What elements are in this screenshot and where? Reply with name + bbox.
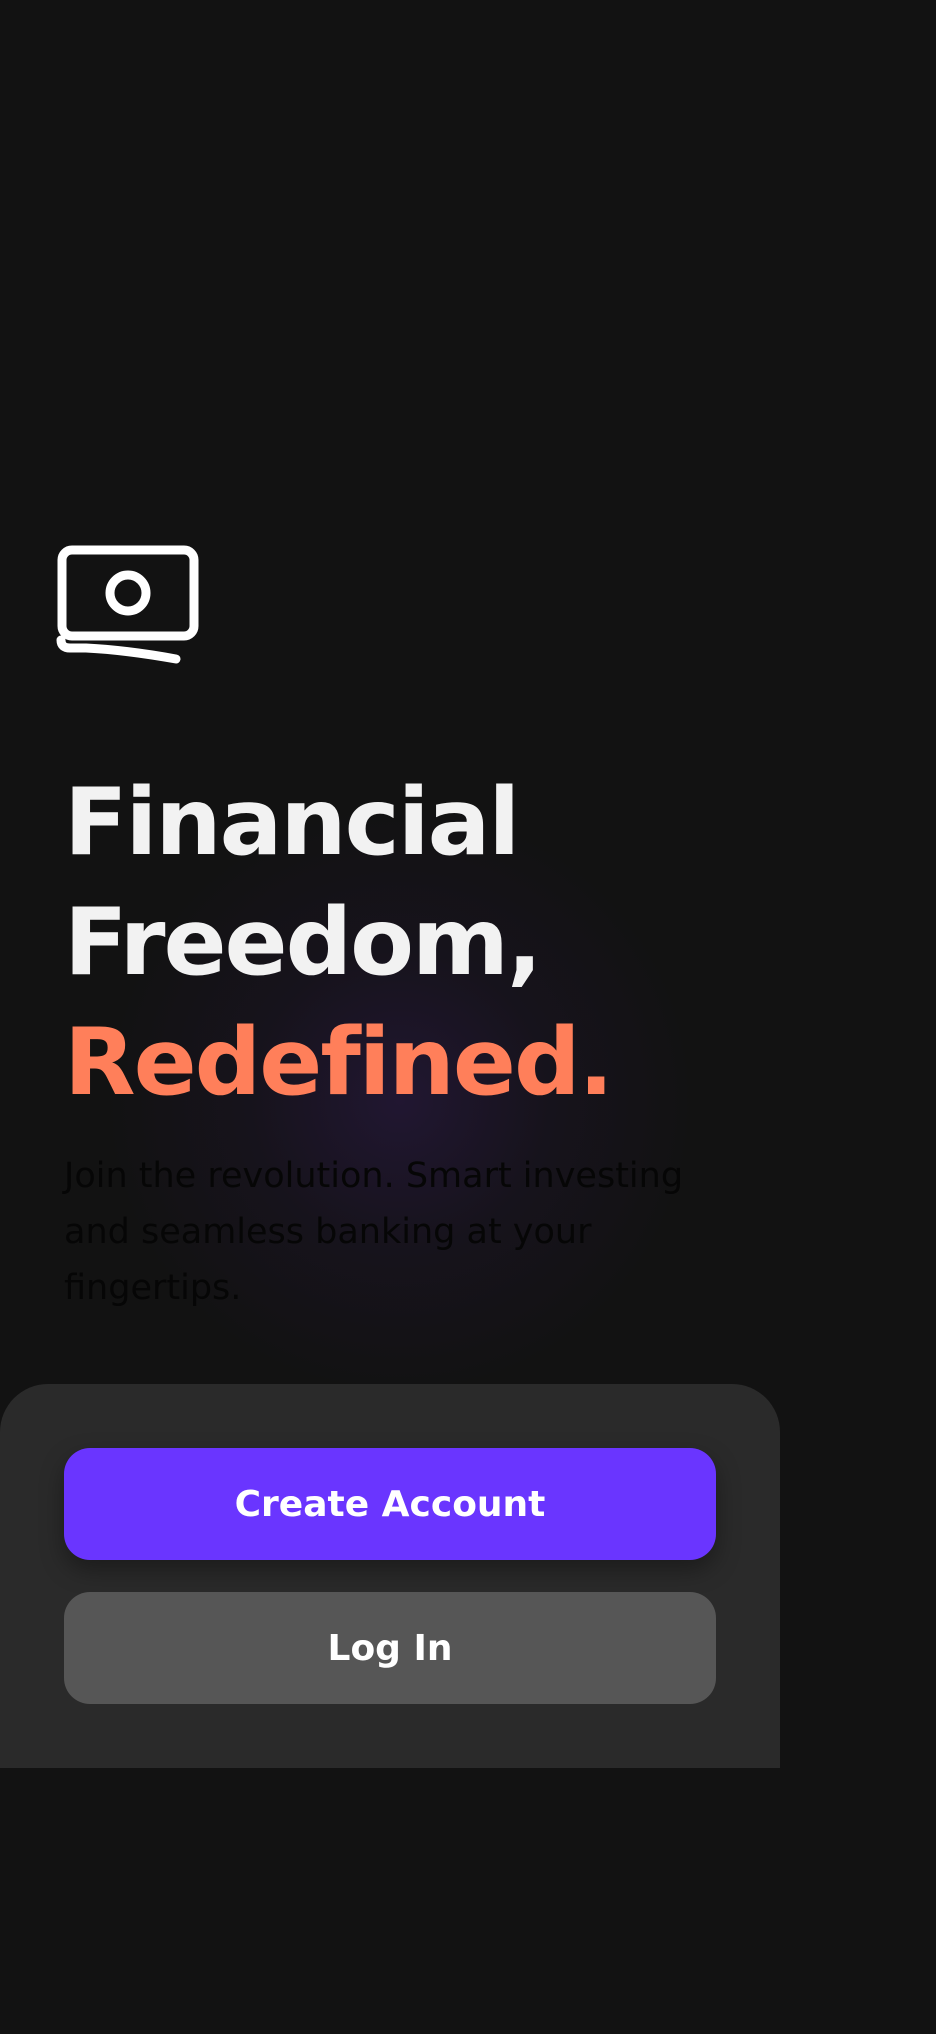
headline-line-2: Freedom, (64, 888, 542, 996)
cash-banknote-icon (56, 544, 200, 666)
login-button[interactable]: Log In (64, 1592, 716, 1704)
hero-headline: Financial Freedom, Redefined. (64, 762, 614, 1122)
create-account-button[interactable]: Create Account (64, 1448, 716, 1560)
headline-line-1: Financial (64, 768, 520, 876)
welcome-screen: Financial Freedom, Redefined. Join the r… (0, 0, 936, 2034)
hero-subtitle: Join the revolution. Smart investing and… (64, 1156, 684, 1308)
action-panel: Create Account Log In (0, 1384, 780, 1768)
headline-accent: Redefined. (64, 1008, 614, 1116)
